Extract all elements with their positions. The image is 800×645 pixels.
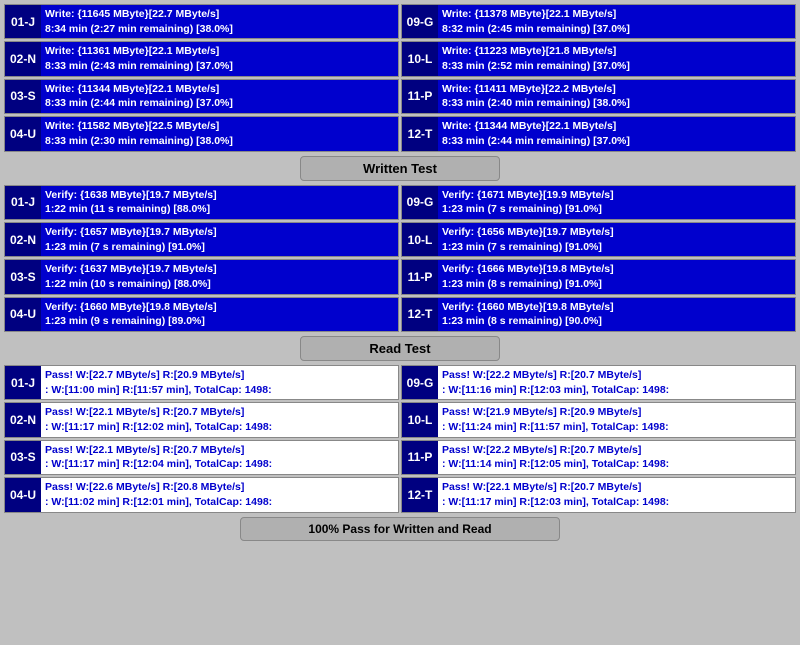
device-cell-12t: 12-TPass! W:[22.1 MByte/s] R:[20.7 MByte…	[401, 477, 796, 512]
device-info: Verify: {1656 MByte}[19.7 MByte/s]1:23 m…	[438, 223, 795, 256]
write-grid: 01-JWrite: {11645 MByte}[22.7 MByte/s]8:…	[4, 4, 796, 152]
device-cell-12t: 12-TVerify: {1660 MByte}[19.8 MByte/s]1:…	[401, 297, 796, 332]
verify-grid: 01-JVerify: {1638 MByte}[19.7 MByte/s]1:…	[4, 185, 796, 333]
device-label: 02-N	[5, 403, 41, 436]
pass-grid: 01-JPass! W:[22.7 MByte/s] R:[20.9 MByte…	[4, 365, 796, 513]
device-label: 03-S	[5, 260, 41, 293]
pass-section: 01-JPass! W:[22.7 MByte/s] R:[20.9 MByte…	[4, 365, 796, 513]
device-cell-11p: 11-PWrite: {11411 MByte}[22.2 MByte/s]8:…	[401, 79, 796, 114]
device-label: 04-U	[5, 298, 41, 331]
device-info: Write: {11344 MByte}[22.1 MByte/s]8:33 m…	[438, 117, 795, 150]
device-label: 09-G	[402, 186, 438, 219]
read-test-header: Read Test	[300, 336, 500, 361]
device-label: 11-P	[402, 80, 438, 113]
device-info: Write: {11223 MByte}[21.8 MByte/s]8:33 m…	[438, 42, 795, 75]
device-label: 01-J	[5, 366, 41, 399]
device-label: 10-L	[402, 42, 438, 75]
footer-bar: 100% Pass for Written and Read	[240, 517, 560, 541]
device-info: Pass! W:[22.2 MByte/s] R:[20.7 MByte/s]:…	[438, 441, 795, 474]
device-cell-10l: 10-LPass! W:[21.9 MByte/s] R:[20.9 MByte…	[401, 402, 796, 437]
verify-section: 01-JVerify: {1638 MByte}[19.7 MByte/s]1:…	[4, 185, 796, 362]
device-label: 01-J	[5, 5, 41, 38]
device-label: 09-G	[402, 366, 438, 399]
device-cell-02n: 02-NVerify: {1657 MByte}[19.7 MByte/s]1:…	[4, 222, 399, 257]
device-label: 10-L	[402, 403, 438, 436]
device-info: Pass! W:[21.9 MByte/s] R:[20.9 MByte/s]:…	[438, 403, 795, 436]
device-cell-03s: 03-SWrite: {11344 MByte}[22.1 MByte/s]8:…	[4, 79, 399, 114]
device-info: Write: {11378 MByte}[22.1 MByte/s]8:32 m…	[438, 5, 795, 38]
device-info: Pass! W:[22.1 MByte/s] R:[20.7 MByte/s]:…	[41, 403, 398, 436]
device-info: Pass! W:[22.2 MByte/s] R:[20.7 MByte/s]:…	[438, 366, 795, 399]
device-info: Write: {11344 MByte}[22.1 MByte/s]8:33 m…	[41, 80, 398, 113]
device-label: 11-P	[402, 441, 438, 474]
device-info: Write: {11582 MByte}[22.5 MByte/s]8:33 m…	[41, 117, 398, 150]
device-info: Verify: {1671 MByte}[19.9 MByte/s]1:23 m…	[438, 186, 795, 219]
device-cell-09g: 09-GVerify: {1671 MByte}[19.9 MByte/s]1:…	[401, 185, 796, 220]
device-info: Verify: {1666 MByte}[19.8 MByte/s]1:23 m…	[438, 260, 795, 293]
device-label: 09-G	[402, 5, 438, 38]
device-info: Pass! W:[22.7 MByte/s] R:[20.9 MByte/s]:…	[41, 366, 398, 399]
device-label: 02-N	[5, 223, 41, 256]
device-info: Verify: {1638 MByte}[19.7 MByte/s]1:22 m…	[41, 186, 398, 219]
device-label: 12-T	[402, 117, 438, 150]
device-cell-01j: 01-JVerify: {1638 MByte}[19.7 MByte/s]1:…	[4, 185, 399, 220]
device-cell-04u: 04-UPass! W:[22.6 MByte/s] R:[20.8 MByte…	[4, 477, 399, 512]
device-cell-04u: 04-UVerify: {1660 MByte}[19.8 MByte/s]1:…	[4, 297, 399, 332]
device-label: 03-S	[5, 441, 41, 474]
device-info: Pass! W:[22.6 MByte/s] R:[20.8 MByte/s]:…	[41, 478, 398, 511]
device-info: Write: {11361 MByte}[22.1 MByte/s]8:33 m…	[41, 42, 398, 75]
device-label: 01-J	[5, 186, 41, 219]
device-cell-01j: 01-JWrite: {11645 MByte}[22.7 MByte/s]8:…	[4, 4, 399, 39]
device-info: Write: {11411 MByte}[22.2 MByte/s]8:33 m…	[438, 80, 795, 113]
device-cell-09g: 09-GPass! W:[22.2 MByte/s] R:[20.7 MByte…	[401, 365, 796, 400]
device-cell-03s: 03-SVerify: {1637 MByte}[19.7 MByte/s]1:…	[4, 259, 399, 294]
device-cell-12t: 12-TWrite: {11344 MByte}[22.1 MByte/s]8:…	[401, 116, 796, 151]
device-info: Pass! W:[22.1 MByte/s] R:[20.7 MByte/s]:…	[41, 441, 398, 474]
device-label: 10-L	[402, 223, 438, 256]
device-cell-04u: 04-UWrite: {11582 MByte}[22.5 MByte/s]8:…	[4, 116, 399, 151]
device-cell-11p: 11-PVerify: {1666 MByte}[19.8 MByte/s]1:…	[401, 259, 796, 294]
device-cell-01j: 01-JPass! W:[22.7 MByte/s] R:[20.9 MByte…	[4, 365, 399, 400]
device-cell-10l: 10-LVerify: {1656 MByte}[19.7 MByte/s]1:…	[401, 222, 796, 257]
device-info: Pass! W:[22.1 MByte/s] R:[20.7 MByte/s]:…	[438, 478, 795, 511]
write-section: 01-JWrite: {11645 MByte}[22.7 MByte/s]8:…	[4, 4, 796, 181]
device-label: 11-P	[402, 260, 438, 293]
device-label: 04-U	[5, 117, 41, 150]
device-cell-02n: 02-NWrite: {11361 MByte}[22.1 MByte/s]8:…	[4, 41, 399, 76]
device-label: 12-T	[402, 298, 438, 331]
written-test-header: Written Test	[300, 156, 500, 181]
device-info: Verify: {1660 MByte}[19.8 MByte/s]1:23 m…	[41, 298, 398, 331]
device-info: Write: {11645 MByte}[22.7 MByte/s]8:34 m…	[41, 5, 398, 38]
main-container: 01-JWrite: {11645 MByte}[22.7 MByte/s]8:…	[0, 0, 800, 545]
device-cell-02n: 02-NPass! W:[22.1 MByte/s] R:[20.7 MByte…	[4, 402, 399, 437]
device-cell-11p: 11-PPass! W:[22.2 MByte/s] R:[20.7 MByte…	[401, 440, 796, 475]
device-cell-09g: 09-GWrite: {11378 MByte}[22.1 MByte/s]8:…	[401, 4, 796, 39]
device-info: Verify: {1660 MByte}[19.8 MByte/s]1:23 m…	[438, 298, 795, 331]
device-label: 02-N	[5, 42, 41, 75]
device-cell-10l: 10-LWrite: {11223 MByte}[21.8 MByte/s]8:…	[401, 41, 796, 76]
device-label: 03-S	[5, 80, 41, 113]
device-info: Verify: {1657 MByte}[19.7 MByte/s]1:23 m…	[41, 223, 398, 256]
device-info: Verify: {1637 MByte}[19.7 MByte/s]1:22 m…	[41, 260, 398, 293]
device-label: 04-U	[5, 478, 41, 511]
device-label: 12-T	[402, 478, 438, 511]
device-cell-03s: 03-SPass! W:[22.1 MByte/s] R:[20.7 MByte…	[4, 440, 399, 475]
